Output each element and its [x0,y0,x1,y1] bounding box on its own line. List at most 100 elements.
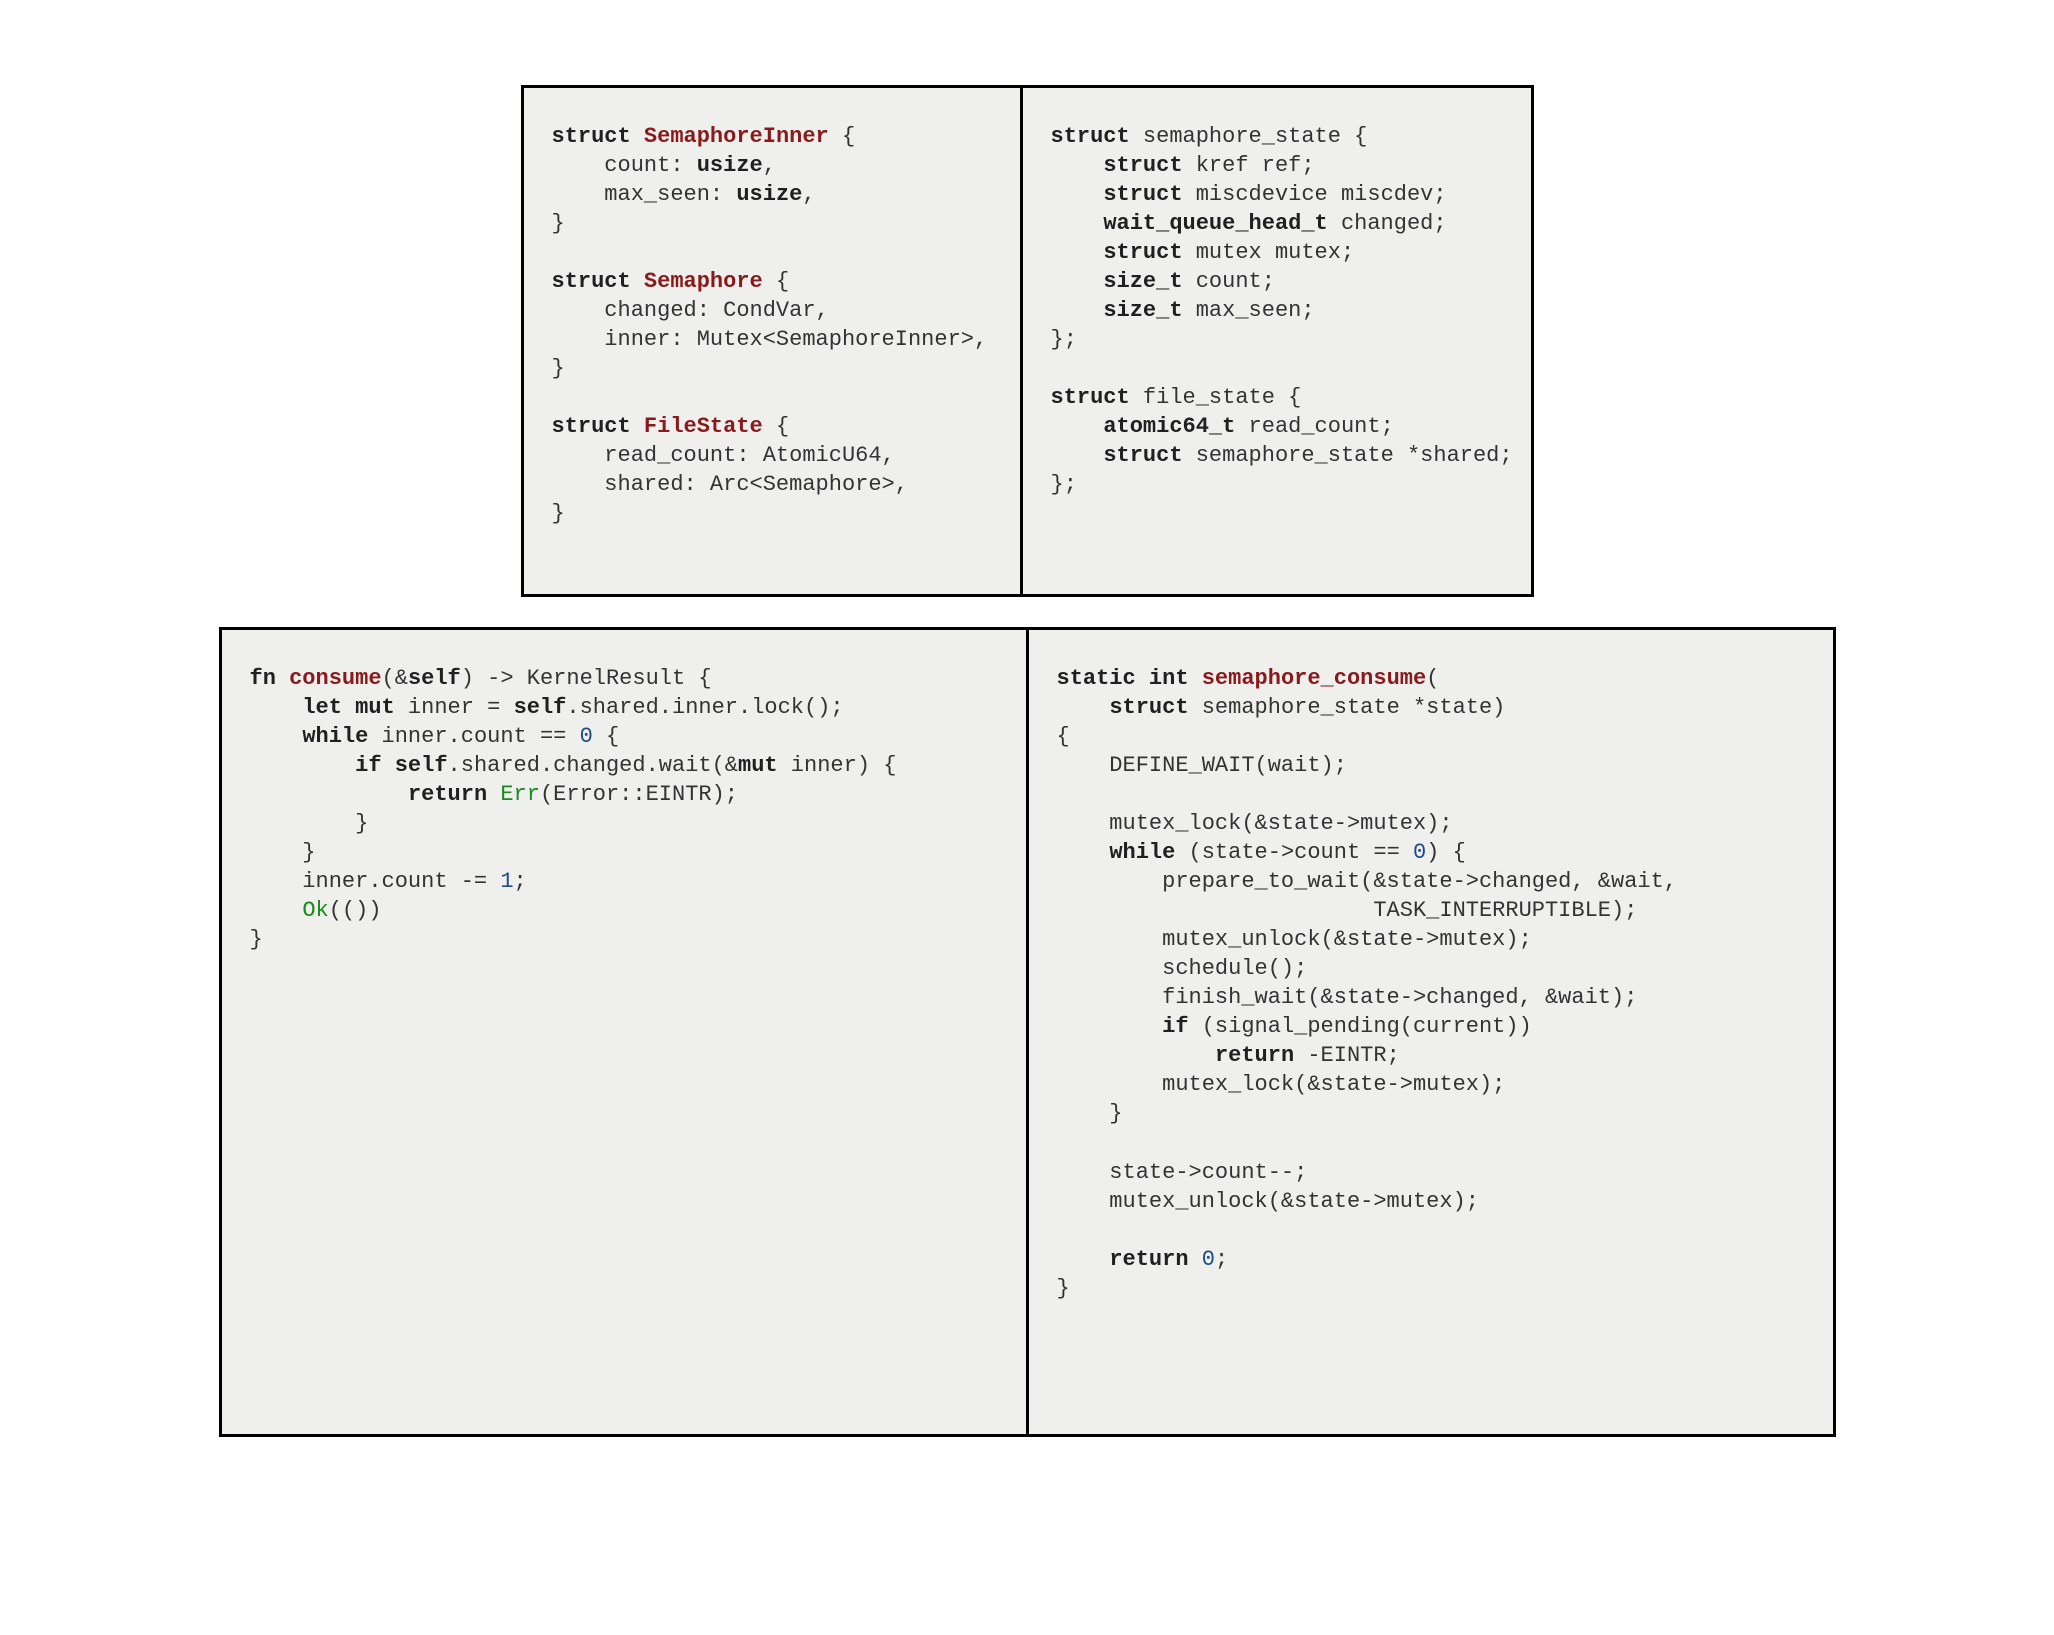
code-line: count: usize, [552,151,992,180]
code-token-kw: let mut [302,695,394,720]
code-text: inner) { [778,753,897,778]
code-text [1051,298,1104,323]
code-text [1057,695,1110,720]
top-row: struct SemaphoreInner { count: usize, ma… [0,85,2054,597]
code-text: (()) [329,898,382,923]
code-text: state->count--; [1057,1160,1308,1185]
code-token-kw: struct [552,269,631,294]
code-text [1051,269,1104,294]
code-token-err: Err [500,782,540,807]
code-text: kref ref; [1183,153,1315,178]
code-line: mutex_lock(&state->mutex); [1057,1070,1805,1099]
code-text [1057,840,1110,865]
code-line: struct semaphore_state *state) [1057,693,1805,722]
code-text: } [250,927,263,952]
code-token-kw: struct [1103,153,1182,178]
code-text: (& [382,666,408,691]
code-text: inner: Mutex<SemaphoreInner>, [552,327,988,352]
code-line: wait_queue_head_t changed; [1051,209,1503,238]
code-line: struct Semaphore { [552,267,992,296]
code-line [1057,780,1805,809]
code-token-kw: struct [1051,385,1130,410]
code-text [1057,1247,1110,1272]
code-token-ok: Ok [302,898,328,923]
code-text: ( [1426,666,1439,691]
code-line: fn consume(&self) -> KernelResult { [250,664,998,693]
code-line: } [552,209,992,238]
code-token-kw: wait_queue_head_t [1103,211,1327,236]
code-line: prepare_to_wait(&state->changed, &wait, [1057,867,1805,896]
code-text: }; [1051,327,1077,352]
code-box-rust-consume: fn consume(&self) -> KernelResult { let … [219,627,1029,1437]
code-line: } [552,354,992,383]
code-token-num: 0 [1202,1247,1215,1272]
code-line: Ok(()) [250,896,998,925]
code-text [1189,1247,1202,1272]
code-text: (state->count == [1175,840,1413,865]
code-token-kw: if self [355,753,447,778]
code-line: inner.count -= 1; [250,867,998,896]
code-text: semaphore_state *state) [1189,695,1506,720]
code-token-kw: usize [736,182,802,207]
code-text: ; [514,869,527,894]
code-text: max_seen; [1183,298,1315,323]
code-token-kw: struct [552,414,631,439]
code-line: struct semaphore_state { [1051,122,1503,151]
code-text: count: [552,153,697,178]
code-text [250,782,408,807]
code-text [1189,666,1202,691]
code-text: mutex_unlock(&state->mutex); [1057,1189,1479,1214]
code-text: file_state { [1130,385,1302,410]
code-line: shared: Arc<Semaphore>, [552,470,992,499]
code-line: return 0; [1057,1245,1805,1274]
code-text: ) -> KernelResult { [461,666,712,691]
code-token-kw: size_t [1103,269,1182,294]
code-text: .shared.inner.lock(); [566,695,843,720]
code-text: inner = [395,695,514,720]
code-token-kw: mut [738,753,778,778]
code-token-kw: fn [250,666,276,691]
code-token-kw: return [1215,1043,1294,1068]
code-text [250,753,356,778]
code-line: size_t max_seen; [1051,296,1503,325]
code-line: } [552,499,992,528]
code-text [250,898,303,923]
code-text: mutex_unlock(&state->mutex); [1057,927,1532,952]
code-text: } [552,501,565,526]
code-line: finish_wait(&state->changed, &wait); [1057,983,1805,1012]
code-token-kw: usize [697,153,763,178]
page: struct SemaphoreInner { count: usize, ma… [0,85,2054,1635]
code-text [1051,153,1104,178]
code-text: DEFINE_WAIT(wait); [1057,753,1347,778]
code-text: mutex_lock(&state->mutex); [1057,811,1453,836]
code-text: { [1057,724,1070,749]
code-line: struct SemaphoreInner { [552,122,992,151]
code-line: } [250,809,998,838]
code-token-kw: return [408,782,487,807]
code-token-ty: SemaphoreInner [644,124,829,149]
code-text: , [802,182,815,207]
code-text: { [593,724,619,749]
code-text [1051,182,1104,207]
code-token-kw: atomic64_t [1103,414,1235,439]
code-token-kw: struct [1109,695,1188,720]
code-text: -EINTR; [1294,1043,1400,1068]
code-token-num: 0 [1413,840,1426,865]
code-token-kw: struct [1103,182,1182,207]
code-line: }; [1051,325,1503,354]
code-text: { [763,414,789,439]
code-text: prepare_to_wait(&state->changed, &wait, [1057,869,1678,894]
code-text: } [552,211,565,236]
code-token-kw: while [1109,840,1175,865]
code-token-kw: self [408,666,461,691]
code-line: } [1057,1099,1805,1128]
code-token-ty: FileState [644,414,763,439]
code-line: atomic64_t read_count; [1051,412,1503,441]
code-text: } [1057,1101,1123,1126]
code-line: DEFINE_WAIT(wait); [1057,751,1805,780]
code-text: read_count: AtomicU64, [552,443,895,468]
code-text [1051,240,1104,265]
code-text: schedule(); [1057,956,1308,981]
code-token-kw: struct [1103,443,1182,468]
code-box-c-structs: struct semaphore_state { struct kref ref… [1020,85,1534,597]
